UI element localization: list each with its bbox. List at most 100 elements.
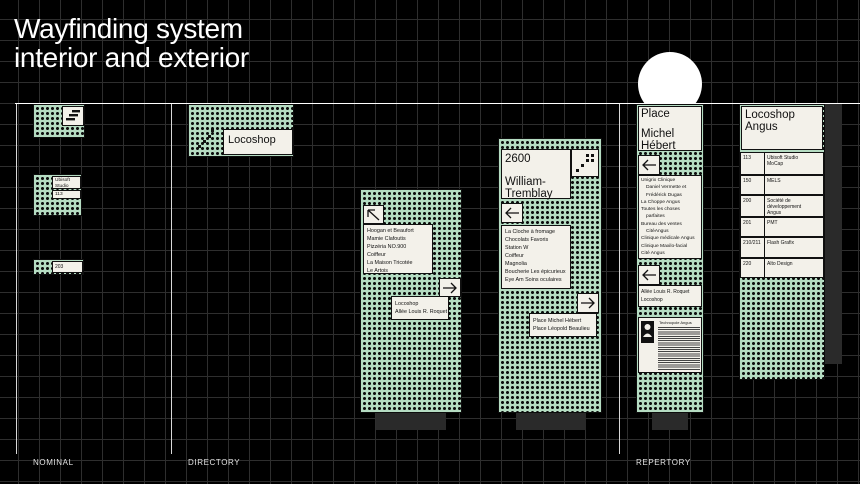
- board-title-line1: Locoshop: [745, 109, 795, 121]
- tower-item-10: Clinique Maxilo-facial: [641, 243, 688, 249]
- pylon2-base: [516, 412, 586, 430]
- pylon2-item2-2: Place Léopold Beaulieu: [533, 326, 590, 332]
- arrow-right-icon-2: [581, 297, 595, 309]
- tower-item-9: Clinique médicale Angus: [641, 236, 695, 242]
- number-203-card: 203: [52, 261, 83, 273]
- pylon2-arrow-upright: [571, 149, 599, 177]
- tower-arrow-left-1: [638, 155, 660, 175]
- nominal-divider-line: [16, 104, 17, 454]
- board-row-3-num: 200: [741, 196, 765, 216]
- board-side-pole: [824, 104, 842, 364]
- arrow-left-icon: [505, 207, 519, 219]
- tower-header-line1: Place: [641, 108, 670, 120]
- tower-list2-card: Allée Louis R. Roquet Locoshop: [638, 285, 702, 307]
- board-title-line2: Angus: [745, 121, 778, 133]
- section-label-directory: DIRECTORY: [188, 458, 241, 467]
- pylon1-item-4: Coiffeur: [367, 252, 386, 258]
- locoshop-label-card: Locoshop: [223, 129, 293, 155]
- tower-sign: Place Michel Hébert Unigrix Clinique Dan…: [636, 104, 704, 413]
- board-row-5-num: 210/211: [741, 238, 765, 257]
- board-row-5: 210/211 Flash Grafix: [740, 237, 824, 258]
- directory-divider-line: [171, 104, 172, 454]
- board-row-3: 200 Société de développement Angus: [740, 195, 824, 217]
- pylon2-item2-1: Place Michel Hébert: [533, 318, 582, 324]
- board-row-3-name: Société de développement Angus: [767, 198, 802, 216]
- tower-item2-1: Allée Louis R. Roquet: [641, 289, 690, 295]
- pylon2-item-2: Chocolats Favoris: [505, 237, 549, 243]
- section-label-nominal: NOMINAL: [33, 458, 74, 467]
- tower-header-card: Place Michel Hébert: [638, 106, 702, 152]
- tower-item-5: Toutes les choses: [641, 207, 680, 213]
- title-line-1: Wayfinding system: [14, 13, 243, 44]
- ubisoft-number: 113: [55, 192, 63, 197]
- top-divider: [15, 103, 860, 104]
- board-row-2-name: MELS: [767, 178, 781, 184]
- ubisoft-card: Ubisoft Studio: [52, 176, 81, 189]
- title-line-2: interior and exterior: [14, 42, 249, 73]
- pylon1-item-5: La Maison Tricotée: [367, 260, 413, 266]
- board-row-4-num: 201: [741, 218, 765, 236]
- tower-item-4: La Choppe Angus: [641, 199, 680, 205]
- locoshop-wall-sign: Locoshop: [188, 104, 294, 157]
- board-row-2: 150 MELS: [740, 175, 824, 195]
- board-row-5-name: Flash Grafix: [767, 240, 794, 246]
- pylon1-item-1: Hoogan et Beaufort: [367, 228, 414, 234]
- pylon1-item2-1: Locoshop: [395, 301, 419, 307]
- tower-arrow-left-2: [638, 265, 660, 285]
- tower-header-line2: Michel: [641, 128, 675, 140]
- tower-item2-2: Locoshop: [641, 297, 663, 303]
- pylon2-header-street: William-Tremblay: [505, 176, 553, 200]
- pylon1-list2-card: Locoshop Allée Louis R. Roquet: [391, 296, 449, 320]
- dotted-arrow-up-right-icon: [576, 154, 594, 172]
- directory-board: Locoshop Angus 113 Ubisoft Studio MoCap …: [739, 104, 825, 380]
- pylon2-header-number: 2600: [505, 153, 531, 165]
- pylon2-item-1: La Cloche à fromage: [505, 229, 556, 235]
- logo-card: [62, 106, 84, 126]
- tower-base: [652, 412, 688, 430]
- pylon1-base: [376, 412, 446, 430]
- ubisoft-name: Ubisoft Studio: [55, 178, 70, 189]
- pylon2-item-3: Station W: [505, 245, 529, 251]
- pylon1-arrow-right: [439, 278, 461, 297]
- tower-info-title: Technopole Angus: [659, 320, 692, 325]
- pylon2-arrow-right: [577, 293, 599, 313]
- tower-item-7: Bureau des ventes: [641, 221, 682, 227]
- board-row-6: 220 Alto Design: [740, 258, 824, 278]
- pylon2-header-card: 2600 William-Tremblay: [501, 149, 571, 200]
- tower-item-1: Unigrix Clinique: [641, 178, 676, 183]
- board-row-4: 201 PMT: [740, 217, 824, 237]
- pylon1-item-2: Mamie Clafoutis: [367, 236, 406, 242]
- pylon2-list1-card: La Cloche à fromage Chocolats Favoris St…: [501, 225, 571, 289]
- page-title: Wayfinding system interior and exterior: [14, 14, 249, 72]
- pylon1-item2-2: Allée Louis R. Roquet: [395, 309, 448, 315]
- tower-item-11: Cité Angus: [641, 250, 665, 256]
- pylon2-item-6: Boucherie Les épicurieux: [505, 269, 566, 275]
- info-text-block: [658, 327, 700, 371]
- locoshop-label: Locoshop: [228, 134, 276, 146]
- pylon2-sign: 2600 William-Tremblay La Cloche à fromag…: [498, 138, 602, 413]
- board-row-1-num: 113: [741, 153, 765, 174]
- board-row-6-name: Alto Design: [767, 261, 793, 267]
- pylon2-item-4: Coiffeur: [505, 253, 524, 259]
- tower-item-3: Frédérick Dugas: [646, 192, 682, 198]
- nominal-sign-ubisoft: Ubisoft Studio 113: [33, 174, 82, 216]
- pylon1-sign: Hoogan et Beaufort Mamie Clafoutis Pizzé…: [360, 189, 462, 413]
- arrow-left-icon-tower-2: [642, 269, 656, 281]
- arrow-right-icon: [443, 282, 457, 293]
- stair-logo-icon: [66, 110, 80, 121]
- tower-header-line3: Hébert: [641, 140, 676, 152]
- pylon1-item-6: Le Artois: [367, 268, 388, 274]
- board-row-4-name: PMT: [767, 220, 778, 226]
- board-row-2-num: 150: [741, 176, 765, 194]
- board-title-card: Locoshop Angus: [741, 106, 823, 150]
- arrow-up-left-icon: [367, 208, 380, 220]
- pylon1-list1-card: Hoogan et Beaufort Mamie Clafoutis Pizzé…: [363, 224, 433, 274]
- pylon2-item-5: Magnolia: [505, 261, 527, 267]
- board-row-6-num: 220: [741, 259, 765, 277]
- arrow-left-icon-tower-1: [642, 159, 656, 171]
- section-label-repertory: REPERTORY: [636, 458, 691, 467]
- wayfinding-presentation: Wayfinding system interior and exterior …: [0, 0, 860, 484]
- pylon2-arrow-left: [501, 203, 523, 223]
- person-icon: [641, 321, 654, 343]
- board-row-1: 113 Ubisoft Studio MoCap: [740, 152, 824, 175]
